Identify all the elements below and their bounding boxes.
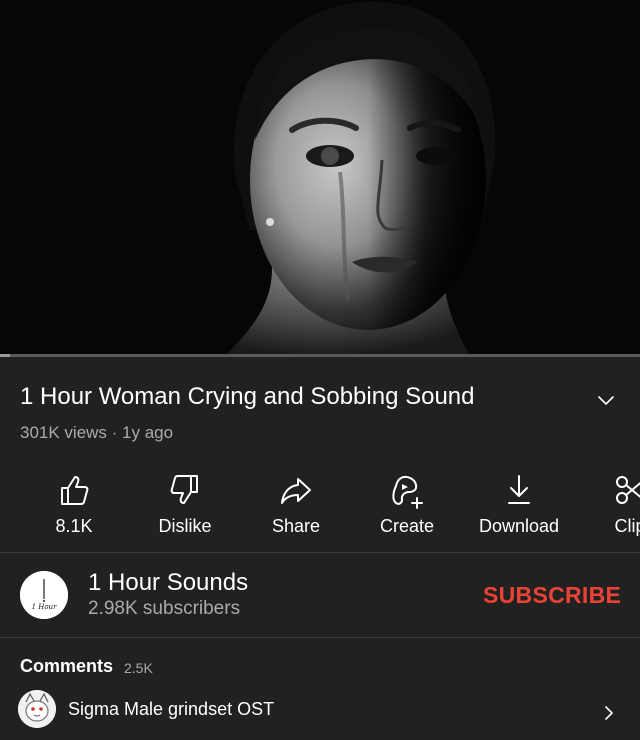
thumbs-up-icon [61, 476, 89, 505]
share-arrow-icon [281, 478, 311, 504]
action-bar: 8.1K Dislike Share Create Download Cli [0, 462, 640, 542]
thumbs-down-icon [170, 475, 198, 504]
video-player[interactable] [0, 0, 640, 356]
chevron-down-icon[interactable] [594, 388, 618, 412]
channel-logo: 1 Hour [20, 571, 68, 619]
create-button[interactable]: Create [352, 462, 462, 537]
create-sparkle-icon [392, 475, 423, 509]
like-count: 8.1K [55, 516, 93, 536]
dislike-label: Dislike [158, 516, 212, 536]
comments-label: Comments [20, 656, 114, 676]
channel-subscribers: 2.98K subscribers [88, 598, 241, 619]
commenter-avatar-image [18, 690, 56, 728]
commenter-avatar [18, 690, 56, 728]
download-arrow-icon [508, 475, 530, 504]
dislike-button[interactable]: Dislike [130, 462, 240, 537]
create-label: Create [379, 516, 435, 536]
scissors-icon [616, 476, 640, 504]
channel-name[interactable]: 1 Hour Sounds [88, 569, 248, 597]
comments-count: 2.5K [124, 660, 153, 676]
channel-avatar[interactable]: 1 Hour [20, 571, 68, 619]
clip-label: Clip [614, 516, 640, 536]
video-meta: 301K views · 1y ago [20, 423, 174, 442]
share-button[interactable]: Share [241, 462, 351, 537]
download-button[interactable]: Download [464, 462, 574, 537]
like-button[interactable]: 8.1K [19, 462, 129, 537]
download-label: Download [478, 516, 560, 536]
video-progress-played [0, 354, 10, 357]
divider [0, 552, 640, 553]
subscribe-button[interactable]: SUBSCRIBE [483, 582, 621, 609]
chevron-right-icon [605, 706, 613, 720]
video-title[interactable]: 1 Hour Woman Crying and Sobbing Sound [20, 383, 475, 411]
video-progress-bar[interactable] [0, 354, 640, 357]
share-label: Share [271, 516, 321, 536]
channel-avatar-text: 1 Hour [32, 603, 58, 611]
comment-preview-text: Sigma Male grindset OST [68, 699, 275, 719]
divider [0, 637, 640, 638]
video-thumbnail [0, 0, 640, 356]
clip-button[interactable]: Clip [575, 462, 640, 537]
